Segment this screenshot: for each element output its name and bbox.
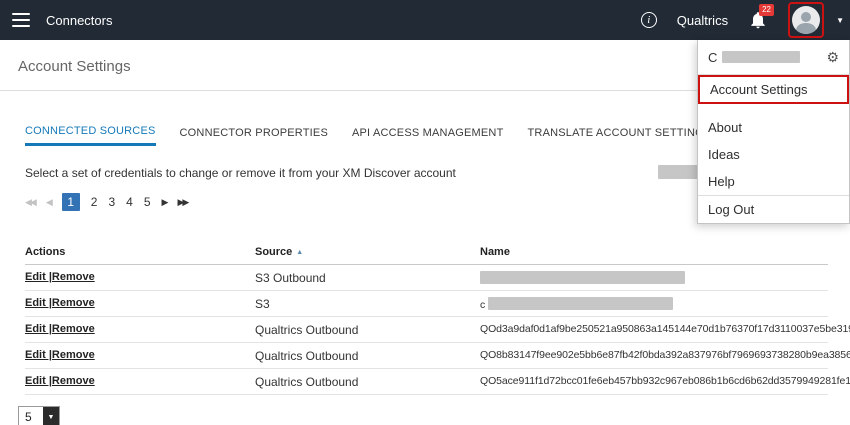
pagination-page-3[interactable]: 3 xyxy=(108,195,115,209)
redacted-value xyxy=(488,297,673,310)
pagination-next-icon[interactable]: ▶ xyxy=(162,197,167,208)
pagination-page-4[interactable]: 4 xyxy=(126,195,133,209)
topbar: Connectors i Qualtrics 22 ▼ xyxy=(0,0,850,40)
name-cell: QO5ace911f1d72bcc01fe6eb457bb932c967eb08… xyxy=(480,375,850,387)
gear-icon[interactable]: ⚙ xyxy=(826,49,839,66)
table-row: Edit |Remove Qualtrics Outbound QO8b8314… xyxy=(25,343,828,369)
edit-remove-link[interactable]: Edit |Remove xyxy=(25,297,95,309)
topbar-title: Connectors xyxy=(46,13,112,28)
user-name-prefix: C xyxy=(708,50,717,65)
name-cell: QO8b83147f9ee902e5bb6e87fb42f0bda392a837… xyxy=(480,349,850,361)
page-description: Select a set of credentials to change or… xyxy=(25,166,456,180)
notification-badge: 22 xyxy=(759,4,774,16)
pagination: ◀◀ ◀ 1 2 3 4 5 ▶ ▶▶ xyxy=(25,193,187,211)
pagination-first-icon[interactable]: ◀◀ xyxy=(25,197,35,208)
credentials-table: Actions Source ▲ Name Edit |Remove S3 Out… xyxy=(25,243,828,395)
name-cell xyxy=(480,271,685,285)
name-cell: c xyxy=(480,297,673,311)
pagination-prev-icon[interactable]: ◀ xyxy=(46,197,51,208)
page-size-select[interactable]: 5 ▼ xyxy=(18,406,60,425)
name-text: QO8b83147f9ee902e5bb6e87fb42f0bda392a837… xyxy=(480,349,850,361)
table-header-row: Actions Source ▲ Name xyxy=(25,243,828,265)
hamburger-menu-icon[interactable] xyxy=(12,13,30,27)
menu-user-row: C ⚙ xyxy=(698,40,849,74)
chevron-down-icon: ▼ xyxy=(43,407,59,425)
tab-translate-account-settings[interactable]: TRANSLATE ACCOUNT SETTINGS xyxy=(528,127,712,145)
menu-item-about[interactable]: About xyxy=(698,114,849,141)
tab-connected-sources[interactable]: CONNECTED SOURCES xyxy=(25,125,156,146)
pagination-page-5[interactable]: 5 xyxy=(144,195,151,209)
info-icon[interactable]: i xyxy=(641,12,657,28)
menu-item-account-settings[interactable]: Account Settings xyxy=(698,75,849,104)
screen: Connectors i Qualtrics 22 ▼ Account Sett… xyxy=(0,0,850,425)
edit-remove-link[interactable]: Edit |Remove xyxy=(25,349,95,361)
source-cell: S3 Outbound xyxy=(255,271,326,285)
source-cell: S3 xyxy=(255,297,270,311)
redacted-value xyxy=(658,165,698,179)
menu-item-help[interactable]: Help xyxy=(698,168,849,195)
redacted-value xyxy=(722,51,800,63)
menu-item-ideas[interactable]: Ideas xyxy=(698,141,849,168)
annotation-avatar-highlight xyxy=(788,2,824,38)
name-text: QOd3a9daf0d1af9be250521a950863a145144e70… xyxy=(480,323,850,335)
edit-remove-link[interactable]: Edit |Remove xyxy=(25,323,95,335)
tab-connector-properties[interactable]: CONNECTOR PROPERTIES xyxy=(180,127,328,145)
tab-api-access-management[interactable]: API ACCESS MANAGEMENT xyxy=(352,127,504,145)
menu-item-log-out[interactable]: Log Out xyxy=(698,196,849,223)
page-title: Account Settings xyxy=(18,58,131,75)
pagination-last-icon[interactable]: ▶▶ xyxy=(177,197,187,208)
chevron-down-icon[interactable]: ▼ xyxy=(836,16,844,25)
sort-asc-icon: ▲ xyxy=(296,249,303,256)
header-actions: Actions xyxy=(25,246,65,258)
edit-remove-link[interactable]: Edit |Remove xyxy=(25,375,95,387)
name-text: c xyxy=(480,299,485,311)
table-row: Edit |Remove Qualtrics Outbound QO5ace91… xyxy=(25,369,828,395)
header-source-label: Source xyxy=(255,246,292,258)
name-cell: QOd3a9daf0d1af9be250521a950863a145144e70… xyxy=(480,323,850,335)
name-text: QO5ace911f1d72bcc01fe6eb457bb932c967eb08… xyxy=(480,375,850,387)
notifications-button[interactable]: 22 xyxy=(748,10,768,30)
table-row: Edit |Remove S3 Outbound xyxy=(25,265,828,291)
source-cell: Qualtrics Outbound xyxy=(255,349,358,363)
table-row: Edit |Remove S3 c xyxy=(25,291,828,317)
pagination-page-2[interactable]: 2 xyxy=(91,195,98,209)
table-row: Edit |Remove Qualtrics Outbound QOd3a9da… xyxy=(25,317,828,343)
header-source[interactable]: Source ▲ xyxy=(255,246,303,258)
user-dropdown-menu: C ⚙ Account Settings About Ideas Help Lo… xyxy=(697,40,850,224)
pagination-page-1[interactable]: 1 xyxy=(62,193,80,211)
page-size-value: 5 xyxy=(19,407,43,425)
header-name: Name xyxy=(480,246,510,258)
edit-remove-link[interactable]: Edit |Remove xyxy=(25,271,95,283)
brand-label: Qualtrics xyxy=(677,13,728,28)
redacted-value xyxy=(480,271,685,284)
avatar[interactable] xyxy=(792,6,820,34)
source-cell: Qualtrics Outbound xyxy=(255,323,358,337)
source-cell: Qualtrics Outbound xyxy=(255,375,358,389)
